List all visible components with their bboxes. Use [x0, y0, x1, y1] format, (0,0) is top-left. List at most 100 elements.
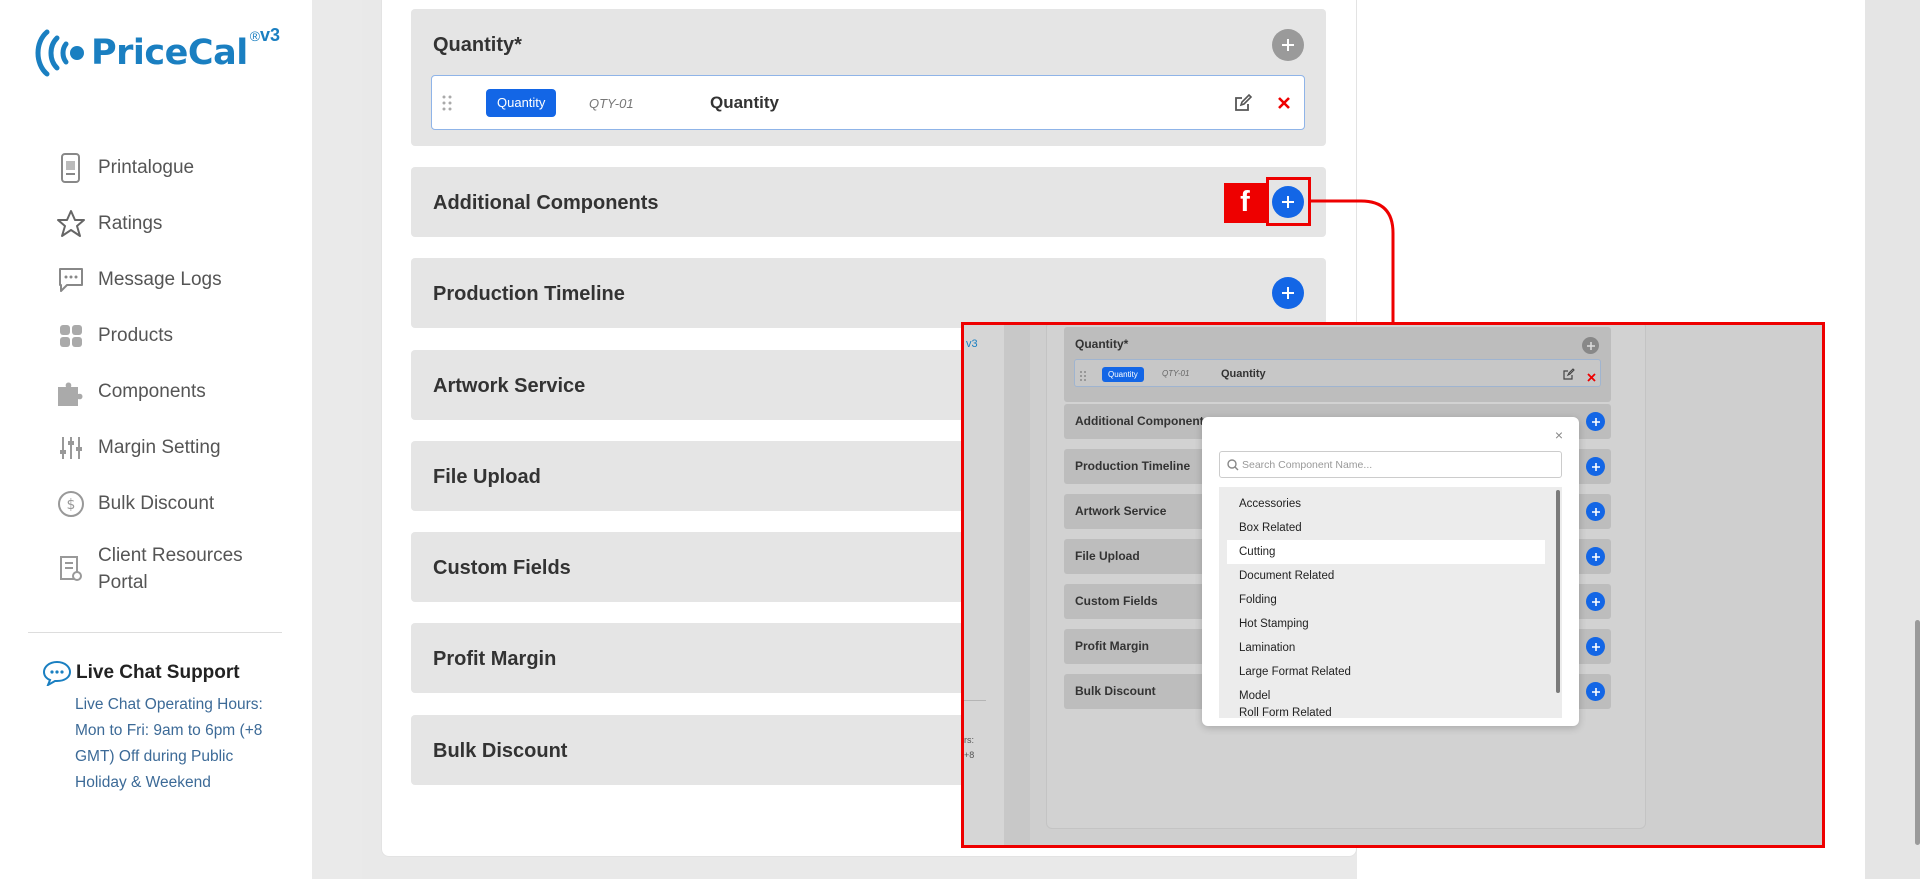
sidebar: PriceCal ®v3 Printalogue Ratings Message…	[0, 0, 312, 879]
quantity-badge: Quantity	[1102, 367, 1144, 382]
section-production-timeline[interactable]: Production Timeline	[411, 258, 1326, 328]
sidebar-item-products[interactable]: Products	[56, 308, 248, 364]
dollar-circle-icon: $	[56, 489, 86, 519]
inset-add-button[interactable]	[1586, 457, 1605, 476]
sidebar-item-printalogue[interactable]: Printalogue	[56, 140, 248, 196]
list-item-box-related[interactable]: Box Related	[1227, 516, 1545, 540]
section-title: Artwork Service	[433, 375, 586, 397]
chat-bubble-icon	[42, 660, 72, 686]
add-production-timeline-button[interactable]	[1272, 277, 1304, 309]
inset-sidebar: v3 rs: +8	[964, 325, 1004, 845]
sidebar-item-client-resources-portal[interactable]: Client Resources Portal	[56, 534, 248, 604]
sidebar-item-label: Client Resources Portal	[98, 545, 243, 593]
products-grid-icon	[56, 321, 86, 351]
close-icon[interactable]: ×	[1555, 427, 1563, 443]
sidebar-item-ratings[interactable]: Ratings	[56, 196, 248, 252]
list-item-hot-stamping[interactable]: Hot Stamping	[1227, 612, 1545, 636]
section-title: Quantity*	[1075, 337, 1129, 351]
inset-add-button[interactable]	[1586, 682, 1605, 701]
quantity-section: Quantity* Quantity QTY-01 Quantity	[411, 9, 1326, 146]
quantity-name: Quantity	[1221, 368, 1266, 380]
quantity-row[interactable]: Quantity QTY-01 Quantity	[431, 75, 1305, 130]
inset-sidebar-divider	[964, 700, 986, 701]
plus-icon	[1282, 39, 1294, 51]
logo-version: ®v3	[249, 24, 281, 45]
section-title: Production Timeline	[1075, 459, 1191, 473]
content-gutter	[312, 0, 362, 879]
section-title: Production Timeline	[433, 283, 625, 305]
zoom-inset: v3 rs: +8 Quantity* Quantity QTY-01 Quan…	[961, 322, 1825, 848]
list-item-lamination[interactable]: Lamination	[1227, 636, 1545, 660]
sidebar-item-margin-setting[interactable]: Margin Setting	[56, 420, 248, 476]
annotation-connector	[1311, 199, 1395, 323]
list-item-roll-form-related[interactable]: Roll Form Related	[1227, 707, 1545, 719]
logo[interactable]: PriceCal ®v3	[33, 24, 280, 82]
quantity-badge: Quantity	[486, 89, 557, 117]
inset-add-quantity-button[interactable]	[1582, 337, 1599, 354]
list-item-document-related[interactable]: Document Related	[1227, 564, 1545, 588]
scrollbar-thumb[interactable]	[1915, 620, 1920, 845]
list-item-accessories[interactable]: Accessories	[1227, 492, 1545, 516]
section-title: Custom Fields	[433, 557, 571, 579]
section-title: File Upload	[433, 466, 541, 488]
resources-icon	[56, 554, 86, 584]
chat-hours: Live Chat Operating Hours: Mon to Fri: 9…	[75, 696, 263, 791]
add-quantity-button[interactable]	[1272, 29, 1304, 61]
sidebar-item-components[interactable]: Components	[56, 364, 248, 420]
component-search-input[interactable]	[1242, 455, 1552, 474]
inset-add-button[interactable]	[1586, 412, 1605, 431]
inset-add-button[interactable]	[1586, 547, 1605, 566]
sidebar-item-label: Bulk Discount	[98, 493, 215, 514]
annotation-step-label: f	[1224, 183, 1266, 223]
section-title: Profit Margin	[433, 648, 557, 670]
quantity-name: Quantity	[710, 93, 779, 112]
sidebar-nav: Printalogue Ratings Message Logs Product…	[56, 140, 248, 604]
inset-chat-fragment: rs:	[964, 735, 974, 745]
pricecal-logo-icon	[35, 29, 84, 77]
scrollbar-track[interactable]	[1865, 0, 1920, 879]
delete-icon[interactable]	[1277, 96, 1291, 115]
inset-version: v3	[966, 338, 978, 350]
edit-icon[interactable]	[1563, 367, 1575, 385]
list-item-large-format-related[interactable]: Large Format Related	[1227, 660, 1545, 684]
search-icon	[1227, 459, 1239, 471]
drag-handle-icon[interactable]	[442, 95, 452, 116]
chat-title[interactable]: Live Chat Support	[76, 662, 240, 684]
plus-icon	[1591, 462, 1600, 471]
inset-add-button[interactable]	[1586, 592, 1605, 611]
inset-gutter	[1004, 325, 1030, 845]
inset-add-button[interactable]	[1586, 502, 1605, 521]
sidebar-item-label: Components	[98, 381, 206, 402]
svg-text:$: $	[67, 497, 76, 513]
sidebar-divider	[28, 632, 282, 633]
edit-icon[interactable]	[1233, 93, 1253, 118]
sidebar-item-label: Message Logs	[98, 269, 222, 290]
message-icon	[56, 265, 86, 295]
component-search	[1219, 451, 1562, 478]
plus-icon	[1591, 552, 1600, 561]
plus-icon	[1591, 687, 1600, 696]
list-item-cutting[interactable]: Cutting	[1227, 540, 1545, 564]
puzzle-icon	[56, 377, 86, 407]
section-title: Profit Margin	[1075, 639, 1149, 653]
section-title: Additional Components	[1075, 414, 1211, 428]
list-item-folding[interactable]: Folding	[1227, 588, 1545, 612]
quantity-code: QTY-01	[1162, 369, 1190, 378]
sidebar-item-label: Products	[98, 325, 173, 346]
delete-icon[interactable]	[1587, 369, 1596, 387]
plus-icon	[1591, 642, 1600, 651]
drag-handle-icon[interactable]	[1080, 368, 1086, 386]
sidebar-item-label: Margin Setting	[98, 437, 221, 458]
plus-icon	[1586, 341, 1595, 350]
sidebar-item-message-logs[interactable]: Message Logs	[56, 252, 248, 308]
section-title: File Upload	[1075, 549, 1140, 563]
star-icon	[56, 209, 86, 239]
inset-quantity-row[interactable]: Quantity QTY-01 Quantity	[1074, 359, 1601, 387]
list-scrollbar[interactable]	[1556, 490, 1560, 693]
sidebar-item-bulk-discount[interactable]: $ Bulk Discount	[56, 476, 248, 532]
list-item-model[interactable]: Model	[1227, 684, 1545, 708]
section-title: Artwork Service	[1075, 504, 1167, 518]
inset-add-button[interactable]	[1586, 637, 1605, 656]
section-additional-components[interactable]: Additional Components	[411, 167, 1326, 237]
section-title: Bulk Discount	[433, 740, 568, 762]
